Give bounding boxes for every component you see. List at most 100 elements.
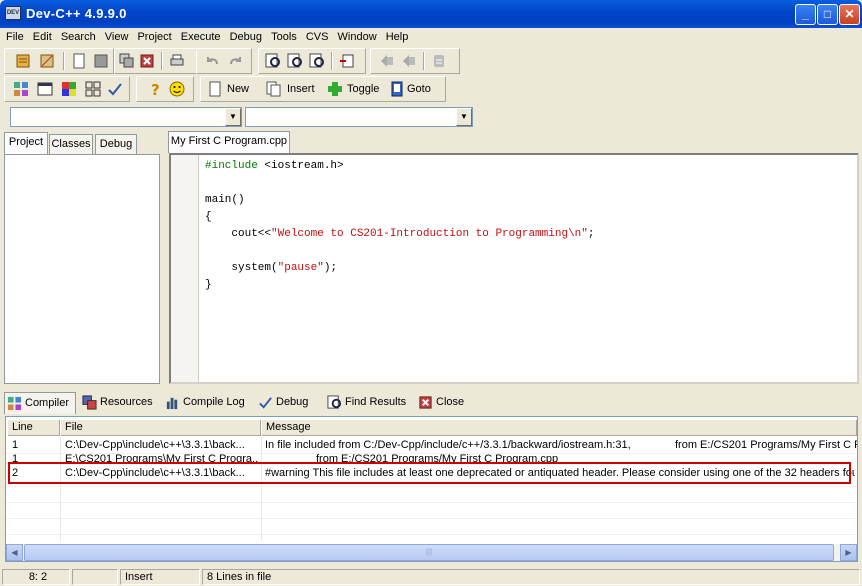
resources-icon [82,395,97,410]
compile-run-icon[interactable] [61,81,77,97]
window-title: Dev-C++ 4.9.9.0 [26,6,127,21]
goto-button[interactable]: Goto [407,82,431,96]
highlight-box [8,462,851,484]
function-combo[interactable]: ▼ [245,107,473,127]
menu-edit[interactable]: Edit [33,28,52,45]
print-icon[interactable] [169,53,185,69]
scroll-thumb[interactable]: ||| [24,544,834,561]
menu-project[interactable]: Project [137,28,171,45]
toggle-bookmark-icon[interactable] [327,81,343,97]
bookmark-back-icon[interactable] [379,53,395,69]
main-toolbar [4,48,114,74]
compiler-messages-table[interactable]: Line File Message 1 C:\Dev-Cpp\include\c… [5,416,858,562]
undo-icon[interactable] [205,53,221,69]
find-next-icon[interactable] [309,53,325,69]
menu-window[interactable]: Window [338,28,377,45]
code-line[interactable] [205,243,594,260]
code-line[interactable]: { [205,209,594,226]
bookmark-toolbar [370,48,460,74]
insert-icon[interactable] [265,81,281,97]
tab-debug-output[interactable]: Debug [256,392,316,414]
menu-debug[interactable]: Debug [230,28,262,45]
edit-mode: Insert [120,569,200,585]
code-line[interactable]: } [205,277,594,294]
open-project-icon[interactable] [15,53,31,69]
menu-tools[interactable]: Tools [271,28,297,45]
help-icon[interactable]: ? [147,81,163,97]
dev-cpp-window: DEV Dev-C++ 4.9.9.0 _ □ ✕ File Edit Sear… [0,0,862,586]
new-item-icon[interactable] [207,81,223,97]
tab-resources[interactable]: Resources [80,392,158,414]
replace-icon[interactable] [287,53,303,69]
bookmark-list-icon[interactable] [431,53,447,69]
table-row[interactable]: 1 E:\CS201 Programs\My First C Progra...… [6,451,857,462]
search-toolbar [258,48,366,74]
menu-help[interactable]: Help [386,28,409,45]
cell-line: 1 [12,453,19,462]
rebuild-all-icon[interactable] [85,81,101,97]
tab-close[interactable]: Close [416,392,468,414]
bookmark-forward-icon[interactable] [401,53,417,69]
tab-debug[interactable]: Debug [95,134,137,154]
chevron-down-icon[interactable]: ▼ [225,108,241,126]
code-line[interactable]: main() [205,192,594,209]
undo-toolbar [196,48,252,74]
redo-icon[interactable] [227,53,243,69]
close-file-icon[interactable] [139,53,155,69]
column-header-file[interactable]: File [61,420,261,436]
edit-toolbar: New Insert Toggle Goto [200,76,446,102]
run-icon[interactable] [37,81,53,97]
code-line[interactable] [205,175,594,192]
find-icon[interactable] [265,53,281,69]
code-text-segment: ); [323,262,338,274]
tab-find-results[interactable]: Find Results [325,392,409,414]
code-string: "pause" [277,262,324,274]
tab-project[interactable]: Project [4,132,48,154]
close-button[interactable]: ✕ [839,4,860,25]
tab-compiler[interactable]: Compiler [4,392,76,414]
menu-search[interactable]: Search [61,28,96,45]
editor-tab[interactable]: My First C Program.cpp [168,131,290,153]
tab-compile-log[interactable]: Compile Log [163,392,251,414]
class-combo[interactable]: ▼ [10,107,242,127]
new-file-icon[interactable] [71,53,87,69]
menu-view[interactable]: View [105,28,129,45]
goto-line-icon[interactable] [339,53,355,69]
syntax-check-icon[interactable] [107,81,123,97]
code-line[interactable]: cout<<"Welcome to CS201-Introduction to … [205,226,594,243]
debug-check-icon [259,397,272,409]
chevron-down-icon[interactable]: ▼ [456,108,472,126]
menu-execute[interactable]: Execute [181,28,221,45]
horizontal-scrollbar[interactable]: ◀ ||| ▶ [6,544,857,561]
maximize-button[interactable]: □ [817,4,838,25]
code-text[interactable]: #include <iostream.h> main(){ cout<<"Welc… [205,158,594,294]
code-editor[interactable]: #include <iostream.h> main(){ cout<<"Welc… [169,153,859,384]
code-line[interactable]: system("pause"); [205,260,594,277]
line-count: 8 Lines in file [202,569,860,585]
save-icon[interactable] [93,53,109,69]
toggle-button[interactable]: Toggle [347,82,379,96]
code-line[interactable]: #include <iostream.h> [205,158,594,175]
cell-message-cont: from E:/CS201 Programs/My First C Progra… [316,453,559,462]
insert-button[interactable]: Insert [287,82,315,96]
goto-bookmark-icon[interactable] [389,81,405,97]
editor-gutter [171,155,199,382]
tab-debug-output-label: Debug [276,396,309,408]
open-file-icon[interactable] [39,53,55,69]
file-toolbar [114,48,204,74]
about-icon[interactable] [169,81,185,97]
tab-classes[interactable]: Classes [49,134,93,154]
compile-icon[interactable] [13,81,29,97]
column-header-line[interactable]: Line [8,420,60,436]
menu-file[interactable]: File [6,28,24,45]
menu-cvs[interactable]: CVS [306,28,329,45]
scroll-right-icon[interactable]: ▶ [840,544,857,561]
minimize-button[interactable]: _ [795,4,816,25]
project-browser[interactable] [4,154,160,384]
new-button[interactable]: New [227,82,249,96]
save-all-icon[interactable] [119,53,135,69]
status-bar: 8: 2 Insert 8 Lines in file [0,568,862,586]
code-text-segment: system( [205,262,278,274]
scroll-left-icon[interactable]: ◀ [6,544,23,561]
column-header-message[interactable]: Message [262,420,857,436]
